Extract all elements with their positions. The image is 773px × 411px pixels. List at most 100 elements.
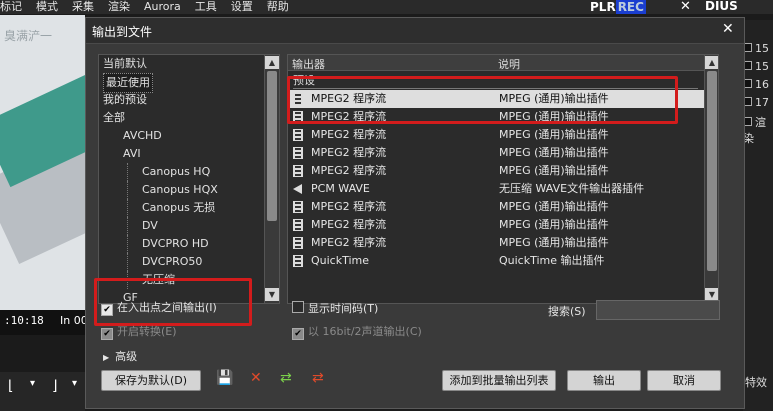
exporter-row[interactable]: MPEG2 程序流 MPEG (通用)输出插件 <box>288 234 704 252</box>
timecode-option[interactable]: 显示时间码(T) <box>292 300 378 316</box>
rec-label: REC <box>615 0 646 14</box>
tree-item[interactable]: 当前默认 <box>103 55 259 73</box>
list-scrollbar[interactable]: ▲ ▼ <box>704 55 718 303</box>
film-icon <box>293 237 303 249</box>
exporter-name: MPEG2 程序流 <box>311 200 387 213</box>
col-description[interactable]: 说明 <box>498 56 520 72</box>
inout-option[interactable]: ✔ 在入出点之间输出(I) <box>101 299 217 316</box>
exporter-name: MPEG2 程序流 <box>311 236 387 249</box>
plr-rec-indicator[interactable]: PLR REC <box>590 0 646 14</box>
cancel-button[interactable]: 取消 <box>647 370 721 391</box>
track-label: 15 <box>755 60 769 73</box>
scroll-thumb[interactable] <box>707 71 717 271</box>
tree-scrollbar[interactable]: ▲ ▼ <box>264 55 279 303</box>
tree-item[interactable]: 最近使用 <box>103 73 259 93</box>
track-label: 15 <box>755 42 769 55</box>
exporter-row[interactable]: PCM WAVE 无压缩 WAVE文件输出器插件 <box>288 180 704 198</box>
tree-item[interactable]: Canopus 无损 <box>127 199 259 217</box>
search-input[interactable] <box>596 300 720 320</box>
timecode-label: 显示时间码(T) <box>308 302 379 315</box>
track-row[interactable]: 17 <box>743 96 773 109</box>
delete-icon[interactable]: ✕ <box>250 370 262 386</box>
exporter-name: MPEG2 程序流 <box>311 146 387 159</box>
app-menubar: 标记 模式 采集 渲染 Aurora 工具 设置 帮助 <box>0 0 773 14</box>
add-to-batch-button[interactable]: 添加到批量输出列表 <box>442 370 556 391</box>
dialog-close-icon[interactable]: ✕ <box>722 21 734 37</box>
import-preset-icon[interactable]: ⇄ <box>280 370 292 386</box>
convert-label: 开启转换(E) <box>117 325 177 338</box>
tree-item[interactable]: DVCPRO50 <box>127 253 259 271</box>
exporter-row[interactable]: MPEG2 程序流 MPEG (通用)输出插件 <box>288 198 704 216</box>
tree-item-label: Canopus HQ <box>142 165 211 178</box>
tree-item[interactable]: AVCHD <box>103 127 259 145</box>
exporter-name: MPEG2 程序流 <box>311 164 387 177</box>
tree-item[interactable]: DVCPRO HD <box>127 235 259 253</box>
exporter-description: 无压缩 WAVE文件输出器插件 <box>499 182 645 195</box>
app-close-icon[interactable]: ✕ <box>680 0 691 14</box>
inout-checkbox[interactable]: ✔ <box>101 304 113 316</box>
timecode-display: :10:18 <box>4 314 44 327</box>
tree-item[interactable]: Canopus HQX <box>127 181 259 199</box>
exporter-description: MPEG (通用)输出插件 <box>499 218 609 231</box>
film-icon <box>293 147 303 159</box>
tree-item-label: DV <box>142 219 158 232</box>
search-label: 搜索(S) <box>548 305 586 318</box>
mark-in-icon[interactable]: ⌊ <box>8 378 13 394</box>
tree-item[interactable]: DV <box>127 217 259 235</box>
exporter-description: MPEG (通用)输出插件 <box>499 236 609 249</box>
tree-item[interactable]: AVI <box>103 145 259 163</box>
exporter-name: QuickTime <box>311 254 370 267</box>
effects-label[interactable]: 特效 <box>745 374 767 390</box>
menu-help[interactable]: 帮助 <box>267 0 289 13</box>
tree-item[interactable]: 我的预设 <box>103 91 259 109</box>
in-timecode: In 00 <box>60 314 88 327</box>
preset-category-tree: 当前默认 最近使用 我的预设 全部 AVCHD AVI Canopus HQ Canopus … <box>98 54 280 304</box>
exporter-row[interactable]: MPEG2 程序流 MPEG (通用)输出插件 <box>288 126 704 144</box>
menu-capture[interactable]: 采集 <box>72 0 94 13</box>
scroll-up-icon[interactable]: ▲ <box>705 56 718 69</box>
save-icon[interactable]: 💾 <box>216 370 233 386</box>
timecode-checkbox[interactable] <box>292 301 304 313</box>
track-row[interactable]: 16 <box>743 78 773 91</box>
scroll-up-icon[interactable]: ▲ <box>265 56 279 69</box>
app-brand: DIUS <box>705 0 738 13</box>
menu-tools[interactable]: 工具 <box>195 0 217 13</box>
tree-item[interactable]: 全部 <box>103 109 259 127</box>
convert-option: ✔ 开启转换(E) <box>101 323 177 340</box>
col-exporter[interactable]: 输出器 <box>292 56 325 72</box>
exporter-description: MPEG (通用)输出插件 <box>499 164 609 177</box>
exporter-row[interactable]: MPEG2 程序流 MPEG (通用)输出插件 <box>288 216 704 234</box>
export-preset-icon[interactable]: ⇄ <box>312 370 324 386</box>
scroll-down-icon[interactable]: ▼ <box>265 288 279 301</box>
save-default-button[interactable]: 保存为默认(D) <box>101 370 201 391</box>
export-button[interactable]: 输出 <box>567 370 641 391</box>
advanced-label: 高级 <box>115 350 138 363</box>
dropdown-icon[interactable]: ▾ <box>72 378 77 389</box>
track-row[interactable]: 渲染 <box>743 114 773 146</box>
scroll-thumb[interactable] <box>267 71 277 221</box>
track-row[interactable]: 15 <box>743 42 773 55</box>
list-header: 输出器 说明 <box>288 55 704 71</box>
advanced-toggle[interactable]: ▶ 高级 <box>103 348 137 364</box>
tree-list: 当前默认 最近使用 我的预设 全部 AVCHD AVI Canopus HQ Canopus … <box>103 55 259 303</box>
tree-item[interactable]: Canopus HQ <box>127 163 259 181</box>
convert-checkbox: ✔ <box>101 328 113 340</box>
exporter-row[interactable]: MPEG2 程序流 MPEG (通用)输出插件 <box>288 162 704 180</box>
menu-render[interactable]: 渲染 <box>108 0 130 13</box>
tree-item-label: Canopus HQX <box>142 183 218 196</box>
menu-mode[interactable]: 模式 <box>36 0 58 13</box>
track-row[interactable]: 15 <box>743 60 773 73</box>
exporter-row[interactable]: MPEG2 程序流 MPEG (通用)输出插件 <box>288 144 704 162</box>
exporter-row[interactable]: QuickTime QuickTime 输出插件 <box>288 252 704 270</box>
menu-aurora[interactable]: Aurora <box>144 0 181 13</box>
menu-mark[interactable]: 标记 <box>0 0 22 13</box>
dialog-titlebar[interactable]: 输出到文件 ✕ <box>86 18 744 44</box>
menu-settings[interactable]: 设置 <box>231 0 253 13</box>
plr-label: PLR <box>590 0 616 14</box>
dropdown-icon[interactable]: ▾ <box>30 378 35 389</box>
right-track-panel: 15 15 16 17 渲染 <box>743 20 773 411</box>
mark-out-icon[interactable]: ⌋ <box>52 378 57 394</box>
exporter-name: PCM WAVE <box>311 182 370 195</box>
exporter-description: MPEG (通用)输出插件 <box>499 200 609 213</box>
exporter-name: MPEG2 程序流 <box>311 128 387 141</box>
